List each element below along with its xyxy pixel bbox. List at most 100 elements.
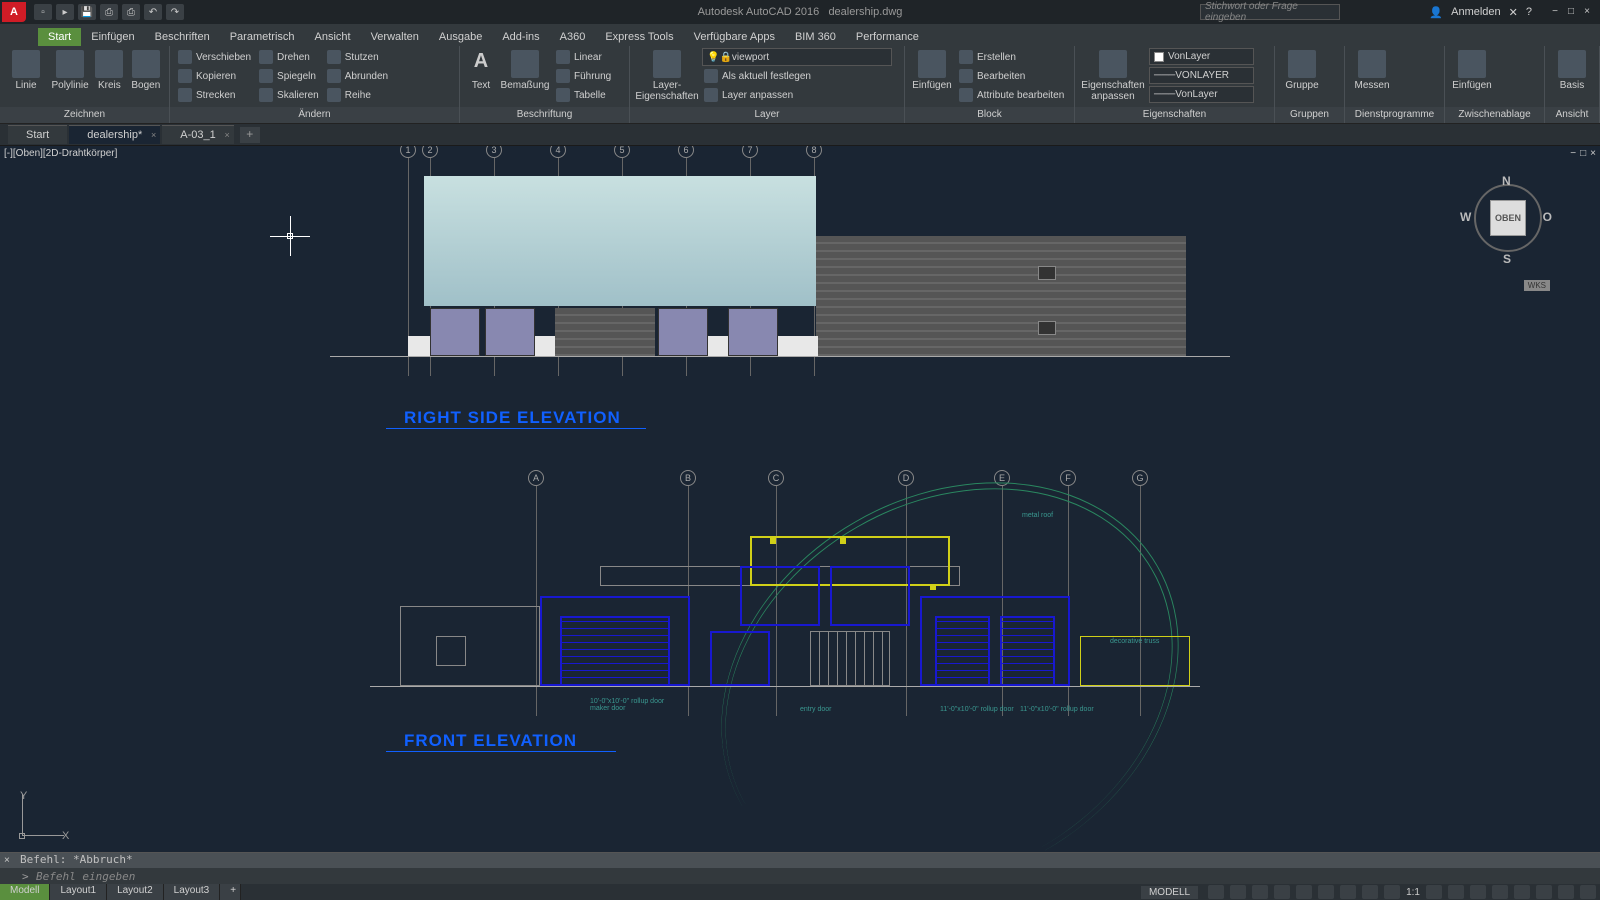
panel-annot-label[interactable]: Beschriftung <box>460 107 629 123</box>
cycling-toggle[interactable] <box>1384 885 1400 899</box>
wcs-label[interactable]: WKS <box>1524 280 1550 291</box>
tab-ausgabe[interactable]: Ausgabe <box>429 28 492 46</box>
vp-close-button[interactable]: × <box>1590 148 1596 159</box>
tab-addins[interactable]: Add-ins <box>492 28 549 46</box>
layer-props-button[interactable]: Layer- Eigenschaften <box>636 48 698 102</box>
layout-tab-2[interactable]: Layout2 <box>107 884 164 900</box>
view-cube[interactable]: OBEN N S W O <box>1450 160 1560 270</box>
ortho-toggle[interactable] <box>1252 885 1268 899</box>
fillet-button[interactable]: Abrunden <box>325 67 390 85</box>
move-button[interactable]: Verschieben <box>176 48 253 66</box>
layer-dropdown[interactable]: 💡🔒 viewport <box>702 48 892 66</box>
command-input[interactable]: Befehl eingeben <box>0 868 1600 885</box>
qat-open-icon[interactable]: ▸ <box>56 4 74 20</box>
paste-button[interactable]: Einfügen <box>1451 48 1493 91</box>
file-tab-a03[interactable]: A-03_1× <box>162 125 233 144</box>
lineweight-dropdown[interactable]: ─── VonLayer <box>1149 86 1254 103</box>
arc-button[interactable]: Bogen <box>129 48 163 91</box>
hardware-accel-toggle[interactable] <box>1536 885 1552 899</box>
mirror-button[interactable]: Spiegeln <box>257 67 321 85</box>
osnap-toggle[interactable] <box>1296 885 1312 899</box>
color-dropdown[interactable]: VonLayer <box>1149 48 1254 65</box>
tab-ansicht[interactable]: Ansicht <box>305 28 361 46</box>
scale-button[interactable]: Skalieren <box>257 86 321 104</box>
help-search-input[interactable]: Stichwort oder Frage eingeben <box>1200 4 1340 20</box>
anno-scale-label[interactable]: 1:1 <box>1406 887 1420 898</box>
viewcube-east[interactable]: O <box>1543 210 1552 224</box>
close-button[interactable]: × <box>1580 6 1594 18</box>
tab-verwalten[interactable]: Verwalten <box>361 28 429 46</box>
trim-button[interactable]: Stutzen <box>325 48 390 66</box>
maximize-button[interactable]: □ <box>1564 6 1578 18</box>
model-space-label[interactable]: MODELL <box>1141 886 1198 899</box>
tab-parametrisch[interactable]: Parametrisch <box>220 28 305 46</box>
polar-toggle[interactable] <box>1274 885 1290 899</box>
panel-draw-label[interactable]: Zeichnen <box>0 107 169 123</box>
insert-block-button[interactable]: Einfügen <box>911 48 953 91</box>
isolate-toggle[interactable] <box>1514 885 1530 899</box>
snap-toggle[interactable] <box>1230 885 1246 899</box>
group-button[interactable]: Gruppe <box>1281 48 1323 91</box>
layout-tab-1[interactable]: Layout1 <box>50 884 107 900</box>
quickprops-toggle[interactable] <box>1492 885 1508 899</box>
otrack-toggle[interactable] <box>1318 885 1334 899</box>
layer-match-button[interactable]: Layer anpassen <box>702 86 898 104</box>
app-logo[interactable]: A <box>2 2 26 22</box>
copy-button[interactable]: Kopieren <box>176 67 253 85</box>
clean-screen-toggle[interactable] <box>1558 885 1574 899</box>
minimize-button[interactable]: − <box>1548 6 1562 18</box>
viewcube-south[interactable]: S <box>1503 252 1511 266</box>
panel-groups-label[interactable]: Gruppen <box>1275 107 1344 123</box>
close-tab-icon[interactable]: × <box>225 130 230 140</box>
tab-bim360[interactable]: BIM 360 <box>785 28 846 46</box>
file-tab-start[interactable]: Start <box>8 125 67 144</box>
help-icon[interactable]: ? <box>1526 6 1532 18</box>
edit-block-button[interactable]: Bearbeiten <box>957 67 1066 85</box>
units-toggle[interactable] <box>1470 885 1486 899</box>
cmd-close-icon[interactable]: × <box>4 855 10 866</box>
viewcube-top-face[interactable]: OBEN <box>1490 200 1526 236</box>
grid-toggle[interactable] <box>1208 885 1224 899</box>
make-current-button[interactable]: Als aktuell festlegen <box>702 67 898 85</box>
panel-utils-label[interactable]: Dienstprogramme <box>1345 107 1444 123</box>
tab-performance[interactable]: Performance <box>846 28 929 46</box>
match-props-button[interactable]: Eigenschaften anpassen <box>1081 48 1145 102</box>
tab-beschriften[interactable]: Beschriften <box>145 28 220 46</box>
viewport-label[interactable]: [-][Oben][2D-Drahtkörper] <box>4 148 117 159</box>
qat-undo-icon[interactable]: ↶ <box>144 4 162 20</box>
linear-dim-button[interactable]: Linear <box>554 48 613 66</box>
qat-redo-icon[interactable]: ↷ <box>166 4 184 20</box>
rotate-button[interactable]: Drehen <box>257 48 321 66</box>
file-tab-dealership[interactable]: dealership*× <box>69 125 160 144</box>
tab-express[interactable]: Express Tools <box>595 28 683 46</box>
polyline-button[interactable]: Polylinie <box>50 48 90 91</box>
workspace-toggle[interactable] <box>1426 885 1442 899</box>
base-view-button[interactable]: Basis <box>1551 48 1593 91</box>
viewcube-north[interactable]: N <box>1502 174 1511 188</box>
panel-clip-label[interactable]: Zwischenablage <box>1445 107 1544 123</box>
panel-props-label[interactable]: Eigenschaften <box>1075 107 1274 123</box>
panel-layer-label[interactable]: Layer <box>630 107 904 123</box>
qat-saveas-icon[interactable]: ⎙ <box>100 4 118 20</box>
layout-tab-3[interactable]: Layout3 <box>164 884 221 900</box>
qat-print-icon[interactable]: ⎙ <box>122 4 140 20</box>
tab-apps[interactable]: Verfügbare Apps <box>684 28 785 46</box>
line-button[interactable]: Linie <box>6 48 46 91</box>
drawing-canvas[interactable]: [-][Oben][2D-Drahtkörper] − □ × OBEN N S… <box>0 146 1600 852</box>
vp-min-button[interactable]: − <box>1570 148 1576 159</box>
panel-view-label[interactable]: Ansicht <box>1545 107 1599 123</box>
text-button[interactable]: AText <box>466 48 496 91</box>
close-tab-icon[interactable]: × <box>151 130 156 140</box>
table-button[interactable]: Tabelle <box>554 86 613 104</box>
tab-einfuegen[interactable]: Einfügen <box>81 28 144 46</box>
stretch-button[interactable]: Strecken <box>176 86 253 104</box>
anno-monitor-toggle[interactable] <box>1448 885 1464 899</box>
lweight-toggle[interactable] <box>1340 885 1356 899</box>
tab-a360[interactable]: A360 <box>550 28 596 46</box>
circle-button[interactable]: Kreis <box>94 48 125 91</box>
customize-status-button[interactable] <box>1580 885 1596 899</box>
add-layout-button[interactable]: + <box>220 884 241 900</box>
tab-start[interactable]: Start <box>38 28 81 46</box>
leader-button[interactable]: Führung <box>554 67 613 85</box>
linetype-dropdown[interactable]: ─── VONLAYER <box>1149 67 1254 84</box>
